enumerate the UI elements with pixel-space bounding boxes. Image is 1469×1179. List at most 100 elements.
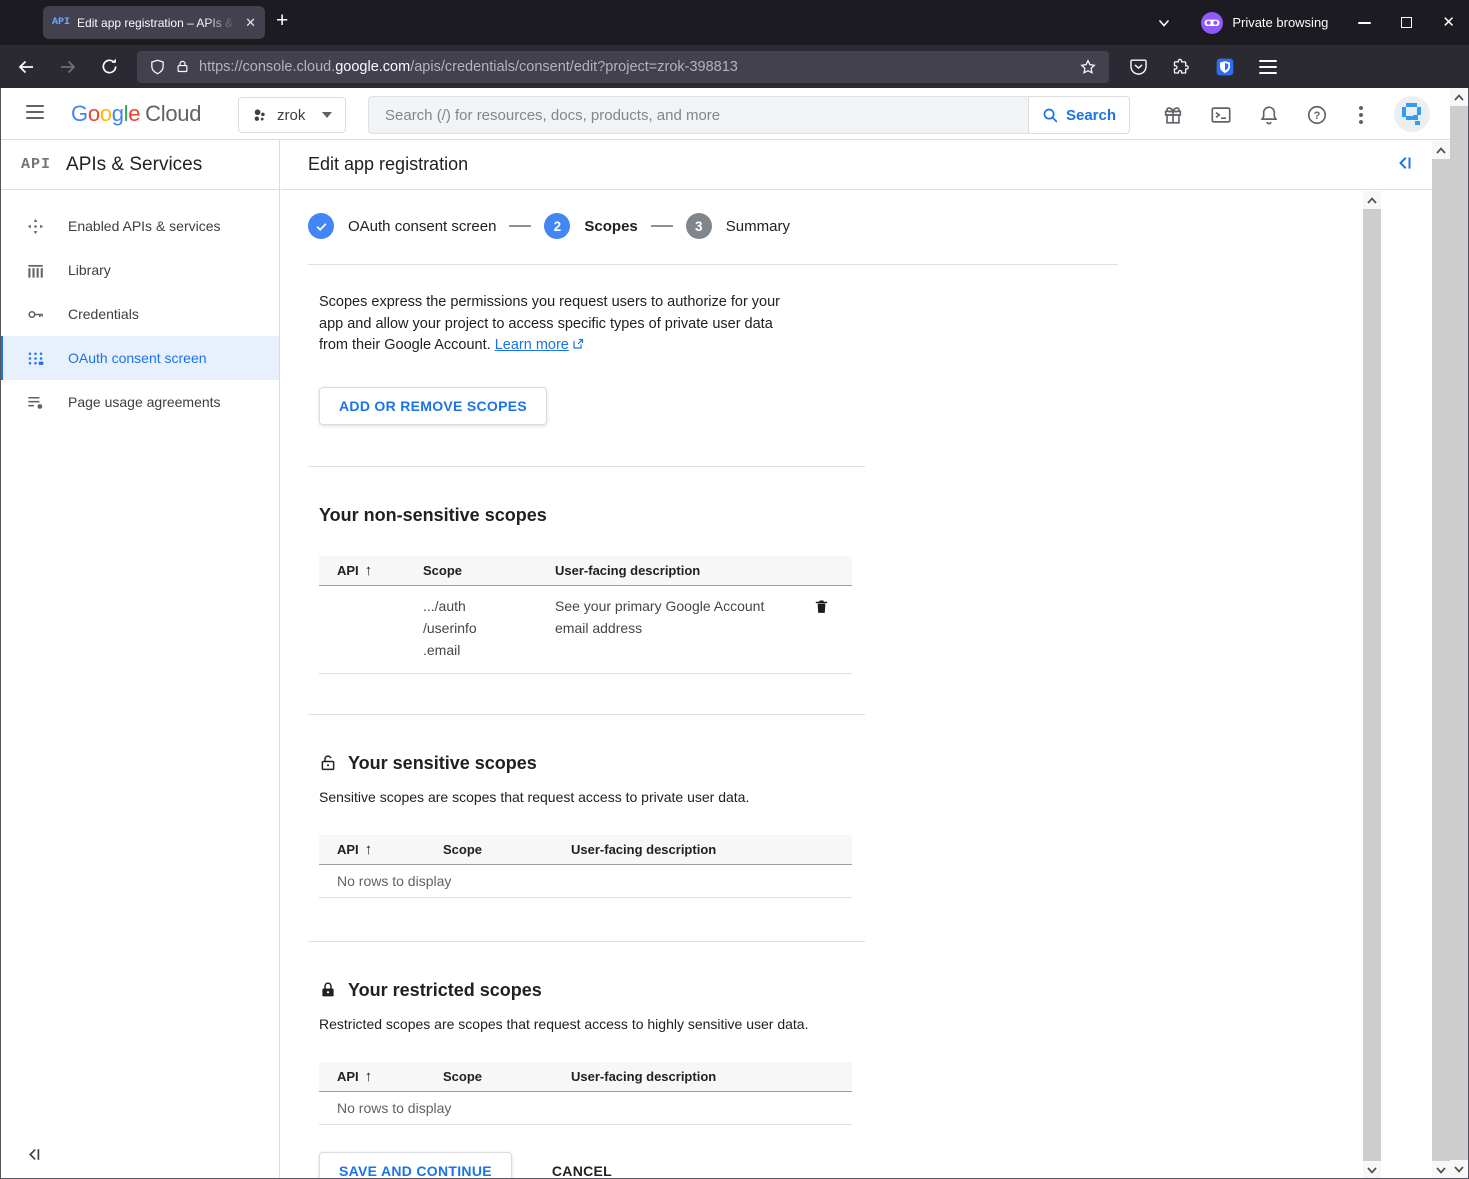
- sidebar-item-credentials[interactable]: Credentials: [0, 292, 279, 336]
- forward-button-icon[interactable]: [58, 57, 78, 77]
- restricted-scopes-description: Restricted scopes are scopes that reques…: [319, 1016, 1363, 1032]
- key-icon: [26, 305, 45, 324]
- step-done-check-icon: [308, 213, 334, 239]
- column-header-api[interactable]: API↑: [319, 841, 443, 858]
- sidebar-item-label: Credentials: [68, 306, 139, 322]
- new-tab-button[interactable]: +: [276, 9, 288, 33]
- scroll-down-icon[interactable]: [1450, 1160, 1468, 1178]
- cloud-shell-icon[interactable]: [1210, 104, 1232, 126]
- step-oauth-consent-screen[interactable]: OAuth consent screen: [308, 213, 496, 239]
- search-icon: [1042, 107, 1059, 124]
- external-link-icon: [572, 338, 584, 350]
- scroll-up-icon[interactable]: [1363, 191, 1381, 209]
- add-or-remove-scopes-button[interactable]: ADD OR REMOVE SCOPES: [319, 387, 547, 425]
- column-header-description[interactable]: User-facing description: [571, 842, 852, 857]
- content-scrollbar[interactable]: [1432, 141, 1450, 1179]
- sort-ascending-icon: ↑: [365, 841, 373, 858]
- delete-scope-trash-icon[interactable]: [813, 597, 830, 661]
- column-header-description[interactable]: User-facing description: [571, 1069, 852, 1084]
- right-panel-strip: [1363, 140, 1432, 1179]
- stepper: OAuth consent screen 2 Scopes 3 Summary: [308, 213, 1363, 239]
- sidebar-item-label: OAuth consent screen: [68, 350, 207, 366]
- sort-ascending-icon: ↑: [365, 562, 373, 579]
- tab-favicon-api-icon: API: [52, 17, 70, 28]
- sort-ascending-icon: ↑: [365, 1068, 373, 1085]
- column-header-description[interactable]: User-facing description: [555, 563, 852, 578]
- page-title: Edit app registration: [308, 154, 468, 175]
- bookmark-star-icon[interactable]: [1079, 58, 1097, 76]
- avatar-q-icon: [1400, 102, 1424, 126]
- console-content: API APIs & Services Enabled APIs & servi…: [0, 140, 1469, 1179]
- inner-scrollbar[interactable]: [1363, 191, 1381, 1179]
- browser-tab[interactable]: API Edit app registration – APIs & Se ✕: [43, 6, 265, 39]
- sidebar-item-library[interactable]: Library: [0, 248, 279, 292]
- column-header-api[interactable]: API↑: [319, 1068, 443, 1085]
- column-header-api[interactable]: API↑: [319, 562, 423, 579]
- scroll-down-icon[interactable]: [1432, 1161, 1450, 1179]
- panel-collapse-icon[interactable]: [1396, 154, 1414, 172]
- back-button-icon[interactable]: [16, 57, 36, 77]
- tracking-shield-icon[interactable]: [149, 58, 166, 76]
- url-text[interactable]: https://console.cloud.google.com/apis/cr…: [199, 59, 1070, 75]
- account-avatar[interactable]: [1394, 96, 1430, 132]
- project-caret-icon: [322, 112, 332, 118]
- step-scopes[interactable]: 2 Scopes: [544, 213, 637, 239]
- divider: [308, 264, 1118, 265]
- sidebar-collapse-icon[interactable]: [26, 1146, 43, 1163]
- help-icon[interactable]: ?: [1306, 104, 1328, 126]
- bitwarden-shield-icon[interactable]: [1215, 57, 1235, 77]
- save-and-continue-button[interactable]: SAVE AND CONTINUE: [319, 1152, 512, 1179]
- step-number: 2: [544, 213, 570, 239]
- project-selector[interactable]: zrok: [238, 97, 346, 133]
- column-header-scope[interactable]: Scope: [423, 563, 555, 578]
- google-cloud-logo[interactable]: GoogleCloud: [71, 101, 201, 127]
- console-header: GoogleCloud zrok Search ?: [0, 88, 1469, 140]
- scopes-intro-text: Scopes express the permissions you reque…: [319, 292, 1363, 357]
- apis-services-logo-icon: API: [21, 156, 51, 173]
- column-header-scope[interactable]: Scope: [443, 1069, 571, 1084]
- sensitive-scopes-table: API↑ Scope User-facing description No ro…: [319, 835, 852, 898]
- window-minimize-button[interactable]: [1358, 22, 1371, 24]
- row-api-cell: [319, 595, 423, 661]
- empty-table-message: No rows to display: [319, 865, 852, 898]
- column-header-scope[interactable]: Scope: [443, 842, 571, 857]
- console-nav-hamburger-icon[interactable]: [26, 105, 44, 123]
- sidebar: API APIs & Services Enabled APIs & servi…: [0, 140, 280, 1179]
- scroll-up-icon[interactable]: [1450, 88, 1468, 106]
- tab-list-chevron-icon[interactable]: [1157, 16, 1171, 30]
- free-trial-gift-icon[interactable]: [1162, 104, 1184, 126]
- search-input[interactable]: [368, 96, 1028, 134]
- sidebar-item-page-usage-agreements[interactable]: Page usage agreements: [0, 380, 279, 424]
- lock-icon: [319, 980, 337, 1000]
- oauth-consent-icon: [26, 349, 45, 368]
- sidebar-item-oauth-consent-screen[interactable]: OAuth consent screen: [0, 336, 279, 380]
- cancel-button[interactable]: CANCEL: [552, 1163, 612, 1179]
- reload-button-icon[interactable]: [100, 57, 119, 76]
- url-bar[interactable]: https://console.cloud.google.com/apis/cr…: [137, 51, 1109, 83]
- window-edge: [0, 88, 1, 1179]
- step-connector: [651, 225, 673, 227]
- page-scrollbar[interactable]: [1450, 88, 1468, 1178]
- sidebar-item-enabled-apis[interactable]: Enabled APIs & services: [0, 204, 279, 248]
- private-browsing-label: Private browsing: [1232, 15, 1328, 30]
- page-usage-icon: [26, 393, 45, 412]
- divider: [308, 941, 865, 942]
- window-close-button[interactable]: ✕: [1442, 15, 1455, 30]
- scroll-up-icon[interactable]: [1432, 141, 1450, 159]
- pocket-icon[interactable]: [1129, 57, 1148, 76]
- enabled-apis-icon: [26, 217, 45, 236]
- notifications-bell-icon[interactable]: [1258, 104, 1280, 126]
- more-options-icon[interactable]: [1358, 104, 1364, 126]
- search-button[interactable]: Search: [1028, 96, 1130, 134]
- learn-more-link[interactable]: Learn more: [495, 337, 569, 353]
- step-summary[interactable]: 3 Summary: [686, 213, 790, 239]
- row-description-cell: See your primary Google Account email ad…: [555, 595, 795, 661]
- row-scope-cell: .../auth /userinfo .email: [423, 595, 555, 661]
- menu-hamburger-icon[interactable]: [1259, 59, 1277, 75]
- lock-icon[interactable]: [175, 58, 190, 75]
- step-label: OAuth consent screen: [348, 218, 496, 235]
- extensions-puzzle-icon[interactable]: [1172, 57, 1191, 76]
- tab-close-icon[interactable]: ✕: [245, 15, 256, 31]
- window-maximize-button[interactable]: [1401, 17, 1412, 28]
- scroll-down-icon[interactable]: [1363, 1161, 1381, 1179]
